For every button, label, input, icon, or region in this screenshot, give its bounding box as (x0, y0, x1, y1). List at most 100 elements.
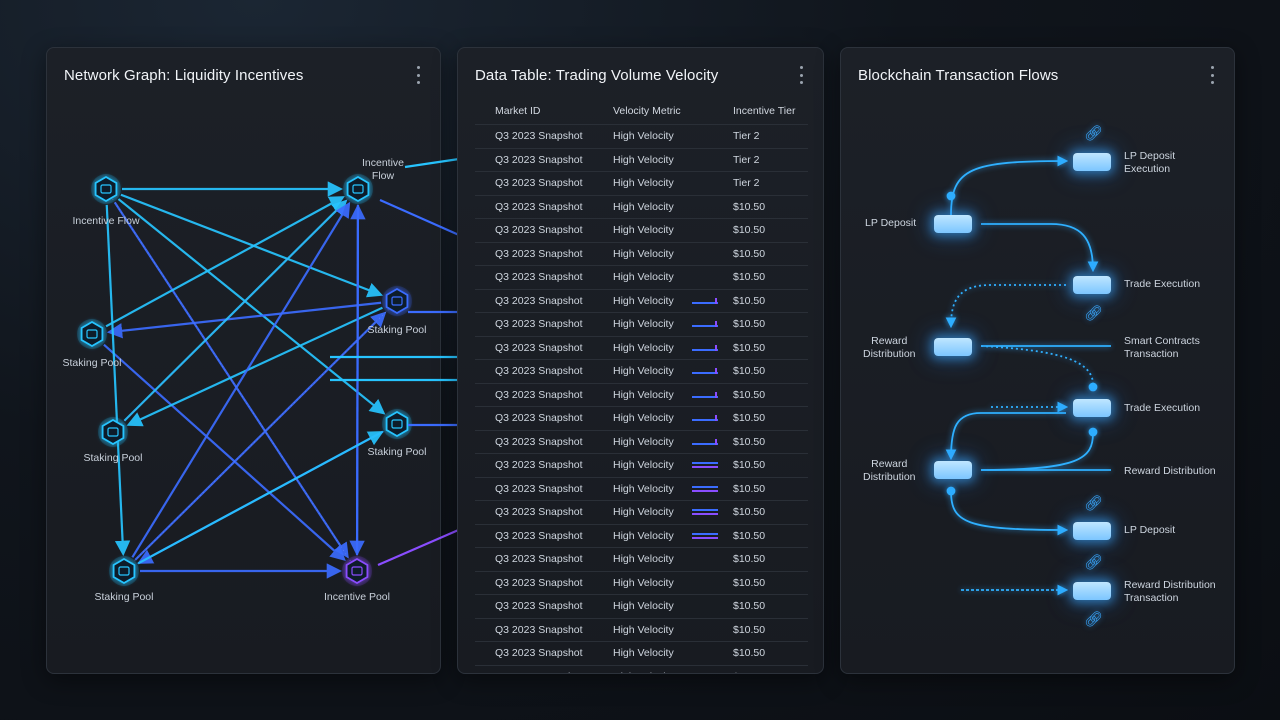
graph-node-hexagon-icon[interactable] (98, 417, 128, 447)
table-row[interactable]: Q3 2023 Snapshot High Velocity $10.50 (475, 453, 808, 477)
node-label-staking-pool-left-1: Staking Pool (62, 357, 122, 369)
flow-edge (981, 223, 1099, 273)
table-row[interactable]: Q3 2023 Snapshot High Velocity $10.50 (475, 594, 808, 618)
table-row[interactable]: Q3 2023 Snapshot High Velocity $10.50 (475, 429, 808, 454)
cell-market-id: Q3 2023 Snapshot (495, 365, 583, 377)
velocity-sparkline (692, 321, 718, 327)
velocity-sparkline (692, 297, 718, 304)
cell-velocity-metric: High Velocity (613, 435, 674, 448)
chain-link-icon: 🔗︎ (1084, 554, 1104, 571)
table-row[interactable]: Q3 2023 Snapshot High Velocity $10.50 (475, 194, 808, 219)
cell-velocity-metric: High Velocity (613, 130, 674, 142)
cell-velocity-metric: High Velocity (613, 671, 674, 674)
cell-velocity-metric: High Velocity (613, 600, 674, 612)
node-label-staking-pool-bottom: Staking Pool (94, 591, 154, 603)
flow-node-trade-execution-2[interactable] (1073, 399, 1111, 417)
flow-node-lp-deposit[interactable] (934, 215, 972, 233)
velocity-sparkline (692, 462, 718, 468)
node-label-staking-pool-right-2: Staking Pool (367, 446, 427, 458)
cell-incentive-tier: $10.50 (733, 529, 766, 542)
cell-market-id: Q3 2023 Snapshot (495, 671, 583, 674)
cell-incentive-tier: Tier 2 (733, 177, 760, 189)
table-row[interactable]: Q3 2023 Snapshot High Velocity $10.50 (475, 288, 808, 313)
table-row[interactable]: Q3 2023 Snapshot High Velocity $10.50 (475, 617, 808, 642)
cell-market-id: Q3 2023 Snapshot (495, 294, 583, 307)
cell-velocity-metric: High Velocity (613, 459, 674, 471)
table-row[interactable]: Q3 2023 Snapshot High Velocity $10.50 (475, 476, 808, 501)
cell-market-id: Q3 2023 Snapshot (495, 600, 583, 612)
graph-node-hexagon-icon[interactable] (382, 409, 412, 439)
graph-node-hexagon-icon[interactable] (77, 319, 107, 349)
table-row[interactable]: Q3 2023 Snapshot High Velocity $10.50 (475, 641, 808, 665)
cell-incentive-tier: $10.50 (733, 482, 766, 495)
flow-dot (946, 191, 956, 201)
chain-link-icon: 🔗︎ (1084, 125, 1104, 142)
cell-market-id: Q3 2023 Snapshot (495, 200, 583, 213)
table-row[interactable]: Q3 2023 Snapshot High Velocity Tier 2 (475, 171, 808, 195)
graph-node-hexagon-icon[interactable] (91, 174, 121, 204)
cell-market-id: Q3 2023 Snapshot (495, 224, 583, 236)
graph-edge (120, 193, 384, 298)
flow-label-lp-deposit: LP Deposit (865, 217, 917, 229)
graph-node-hexagon-icon[interactable] (109, 556, 139, 586)
flow-node-lp-deposit-2[interactable] (1073, 522, 1111, 540)
cell-incentive-tier: $10.50 (733, 294, 766, 307)
table-row[interactable]: Q3 2023 Snapshot High Velocity $10.50 (475, 359, 808, 383)
cell-velocity-metric: High Velocity (613, 623, 674, 636)
graph-node-hexagon-icon[interactable] (342, 556, 372, 586)
cell-velocity-metric: High Velocity (613, 247, 674, 260)
flow-node-reward-distribution-transaction[interactable] (1073, 582, 1111, 600)
flow-label-lp-deposit-bottom: LP Deposit (1124, 524, 1176, 536)
header-market-id[interactable]: Market ID (495, 105, 541, 117)
graph-edge (349, 204, 365, 557)
cell-incentive-tier: $10.50 (733, 224, 766, 236)
header-incentive-tier[interactable]: Incentive Tier (733, 105, 795, 117)
cell-market-id: Q3 2023 Snapshot (495, 647, 583, 659)
table-row[interactable]: Q3 2023 Snapshot High Velocity $10.50 (475, 570, 808, 595)
table-row[interactable]: Q3 2023 Snapshot High Velocity $10.50 (475, 218, 808, 242)
flow-node-reward-distribution-1[interactable] (934, 338, 972, 356)
flow-edge (950, 490, 1069, 536)
velocity-sparkline (692, 532, 718, 539)
cell-market-id: Q3 2023 Snapshot (495, 435, 583, 448)
table-row[interactable]: Q3 2023 Snapshot High Velocity $10.50 (475, 265, 808, 289)
table-row[interactable]: Q3 2023 Snapshot High Velocity $10.50 (475, 547, 808, 571)
velocity-sparkline (692, 485, 718, 492)
table-row[interactable]: Q3 2023 Snapshot High Velocity $10.50 (475, 664, 808, 674)
table-row[interactable]: Q3 2023 Snapshot High Velocity Tier 2 (475, 124, 808, 148)
cell-incentive-tier: $10.50 (733, 576, 766, 589)
table-row[interactable]: Q3 2023 Snapshot High Velocity $10.50 (475, 523, 808, 548)
table-row[interactable]: Q3 2023 Snapshot High Velocity $10.50 (475, 335, 808, 360)
table-row[interactable]: Q3 2023 Snapshot High Velocity Tier 2 (475, 147, 808, 172)
chain-link-icon: 🔗︎ (1084, 305, 1104, 322)
table-row[interactable]: Q3 2023 Snapshot High Velocity $10.50 (475, 312, 808, 336)
table-row[interactable]: Q3 2023 Snapshot High Velocity $10.50 (475, 382, 808, 407)
flow-label-reward-distribution-2: Reward Distribution (863, 458, 916, 483)
flow-node-trade-execution-1[interactable] (1073, 276, 1111, 294)
flow-node-lp-deposit-execution[interactable] (1073, 153, 1111, 171)
cell-market-id: Q3 2023 Snapshot (495, 153, 583, 166)
cell-market-id: Q3 2023 Snapshot (495, 576, 583, 589)
graph-node-hexagon-icon[interactable] (382, 286, 412, 316)
cell-incentive-tier: $10.50 (733, 553, 766, 565)
table-body: Q3 2023 Snapshot High Velocity Tier 2 Q3 20… (475, 124, 808, 674)
cell-incentive-tier: Tier 2 (733, 153, 760, 166)
flow-node-reward-distribution-2[interactable] (934, 461, 972, 479)
table-row[interactable]: Q3 2023 Snapshot High Velocity $10.50 (475, 406, 808, 430)
flow-label-trade-execution-1: Trade Execution (1124, 278, 1201, 290)
cell-velocity-metric: High Velocity (613, 647, 674, 659)
cell-velocity-metric: High Velocity (613, 224, 674, 236)
cell-velocity-metric: High Velocity (613, 177, 674, 189)
table-more-options-icon[interactable] (797, 66, 805, 84)
header-velocity-metric[interactable]: Velocity Metric (613, 105, 681, 117)
table-row[interactable]: Q3 2023 Snapshot High Velocity $10.50 (475, 241, 808, 266)
cell-incentive-tier: $10.50 (733, 200, 766, 213)
node-label-staking-pool-left-2: Staking Pool (83, 452, 143, 464)
cell-velocity-metric: High Velocity (613, 553, 674, 565)
table-row[interactable]: Q3 2023 Snapshot High Velocity $10.50 (475, 500, 808, 524)
cell-incentive-tier: $10.50 (733, 600, 766, 612)
cell-market-id: Q3 2023 Snapshot (495, 271, 583, 283)
velocity-sparkline (692, 438, 718, 445)
cell-incentive-tier: $10.50 (733, 435, 766, 448)
cell-incentive-tier: $10.50 (733, 247, 766, 260)
